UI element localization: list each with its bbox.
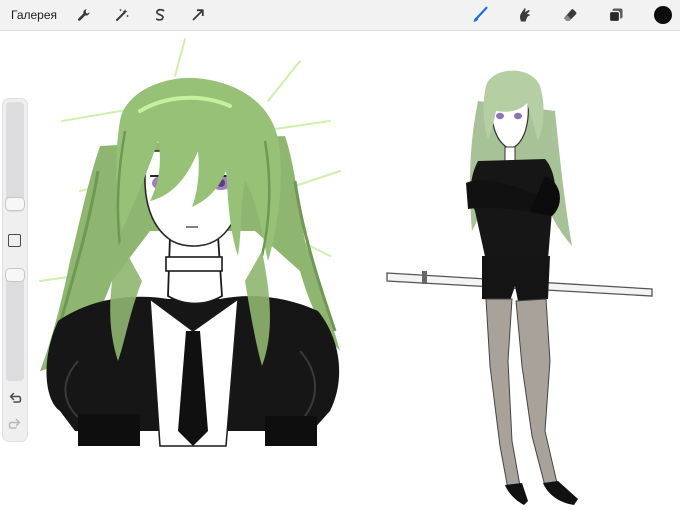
undo-arrow-icon[interactable] <box>7 391 23 405</box>
transform-arrow-icon[interactable] <box>188 5 208 25</box>
artwork-illustration <box>39 38 653 505</box>
selection-s-icon[interactable] <box>150 5 170 25</box>
opacity-slider[interactable] <box>6 269 24 381</box>
brush-icon[interactable] <box>470 5 490 25</box>
brush-size-handle[interactable] <box>6 198 24 210</box>
opacity-handle[interactable] <box>6 269 24 281</box>
eraser-icon[interactable] <box>560 5 580 25</box>
layers-icon[interactable] <box>606 5 626 25</box>
drawing-canvas[interactable] <box>0 31 680 510</box>
modify-button[interactable] <box>8 234 21 247</box>
brush-size-slider[interactable] <box>6 102 24 212</box>
smudge-icon[interactable] <box>514 5 534 25</box>
side-toolbar <box>3 99 27 441</box>
magic-wand-icon[interactable] <box>112 5 132 25</box>
figure-sketch <box>386 70 653 505</box>
gallery-button[interactable]: Галерея <box>11 8 57 22</box>
redo-arrow-icon[interactable] <box>7 417 23 431</box>
color-swatch[interactable] <box>652 4 674 26</box>
top-toolbar: Галерея <box>0 0 680 31</box>
bust-sketch <box>39 38 341 447</box>
wrench-icon[interactable] <box>74 5 94 25</box>
